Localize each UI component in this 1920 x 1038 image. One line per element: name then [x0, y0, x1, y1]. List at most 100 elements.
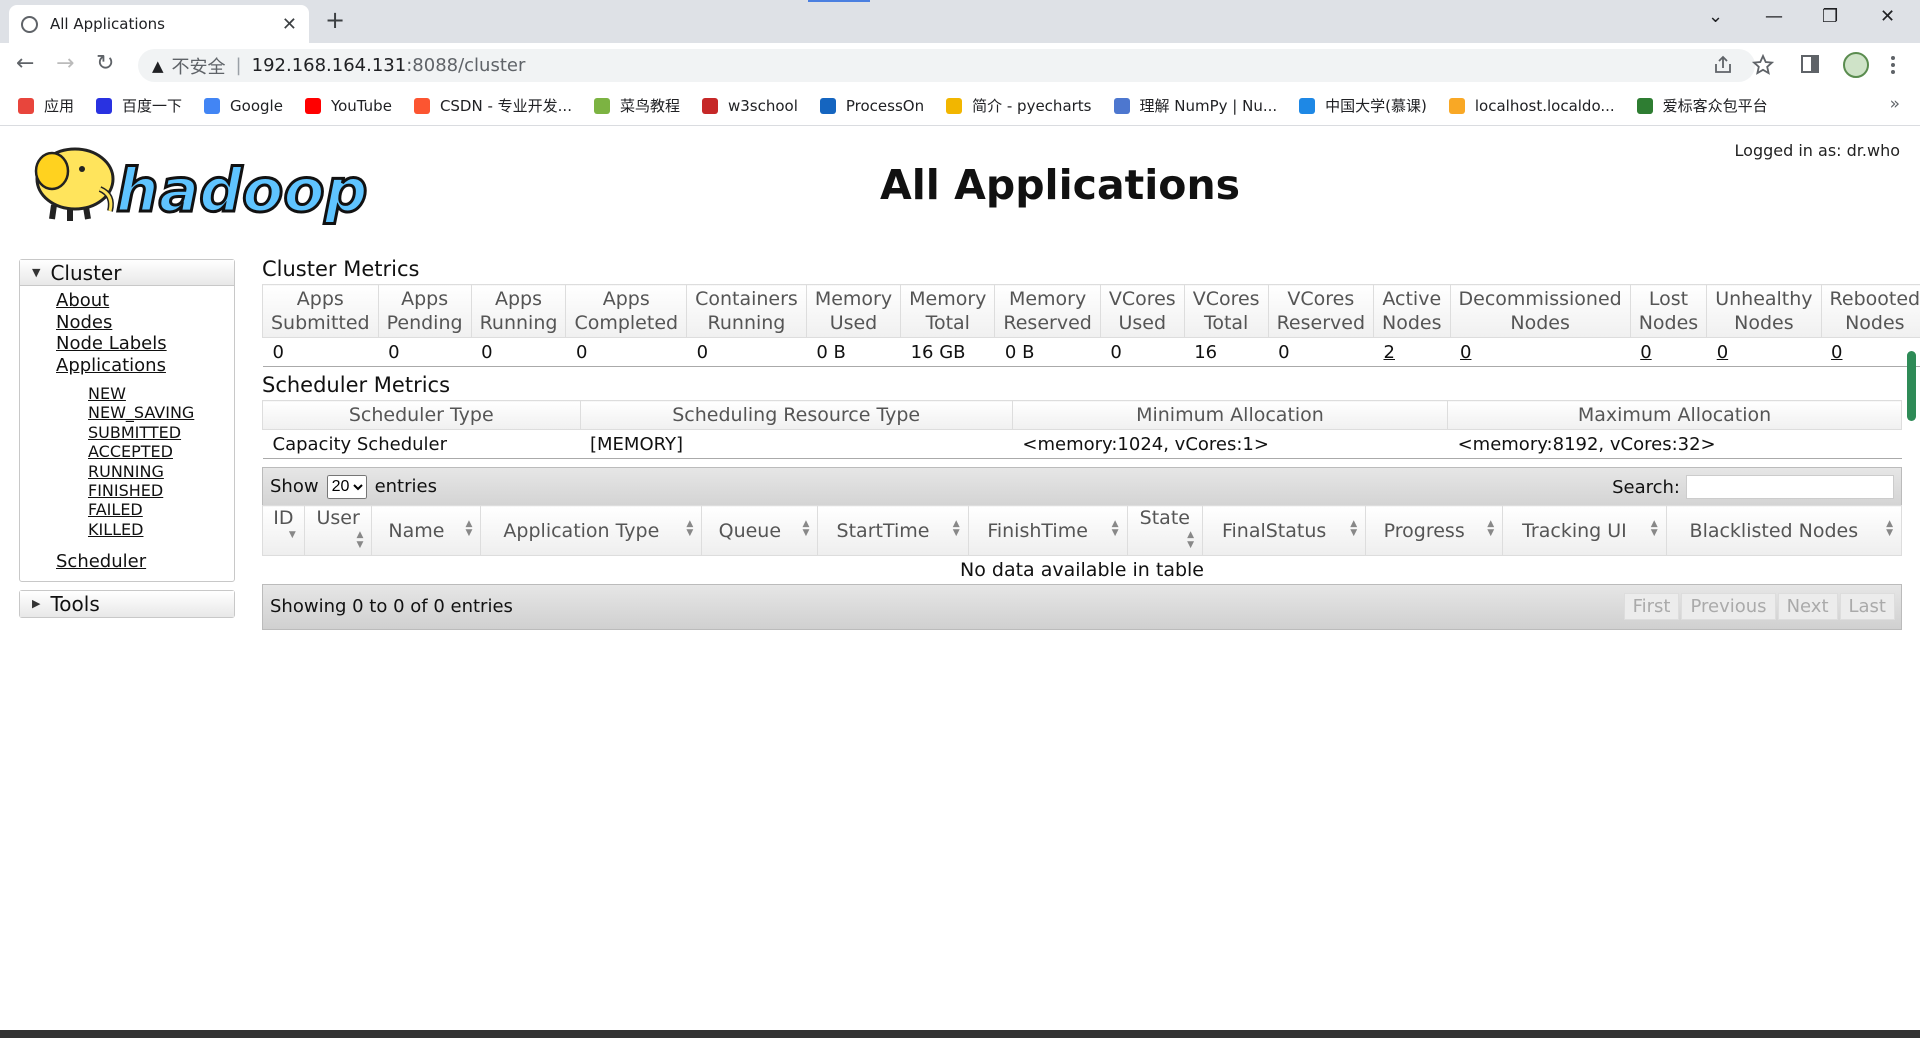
cluster-metric-link[interactable]: 0	[1717, 342, 1728, 363]
nav-link-state-killed[interactable]: KILLED	[88, 520, 234, 539]
pager-first-button[interactable]: First	[1623, 592, 1680, 620]
column-header-progress[interactable]: Progress ▲ ▼	[1365, 505, 1504, 556]
close-window-button[interactable]: ✕	[1880, 6, 1895, 27]
bookmark-item[interactable]: 中国大学(慕课)	[1299, 95, 1427, 116]
reload-icon[interactable]: ↻	[96, 51, 114, 76]
column-header-finishtime[interactable]: FinishTime ▲ ▼	[967, 505, 1128, 556]
hadoop-logo[interactable]: hadoop	[20, 139, 395, 235]
bookmark-label: 百度一下	[122, 97, 183, 115]
bookmark-item[interactable]: CSDN - 专业开发...	[413, 95, 572, 116]
bookmark-item[interactable]: 应用	[18, 95, 74, 116]
cluster-metric-value: 0	[262, 337, 379, 367]
applications-table: ID ▼ User ▲ ▼ Name ▲ ▼ Application Type ▲ ▼ Queue ▲ ▼…	[262, 505, 1903, 584]
column-label: FinishTime	[987, 519, 1088, 542]
column-header-name[interactable]: Name ▲ ▼	[371, 505, 482, 556]
tools-nav-header[interactable]: ▶ Tools	[20, 590, 234, 617]
header-line: Apps	[296, 288, 344, 310]
scheduler-metric-value: <memory:8192, vCores:32>	[1447, 429, 1902, 459]
browser-tab[interactable]: All Applications ✕	[9, 5, 309, 43]
bookmark-item[interactable]: 百度一下	[96, 95, 182, 116]
bookmark-item[interactable]: 简介 - pyecharts	[946, 95, 1092, 116]
entries-per-page-select[interactable]: 20	[326, 474, 367, 499]
search-input[interactable]	[1686, 475, 1894, 499]
bookmark-item[interactable]: 理解 NumPy | Nu...	[1113, 95, 1277, 116]
nav-link-state-submitted[interactable]: SUBMITTED	[88, 423, 234, 442]
bookmark-item[interactable]: 爱标客众包平台	[1636, 95, 1768, 116]
nav-link-scheduler[interactable]: Scheduler	[56, 551, 234, 573]
back-icon[interactable]: ←	[16, 51, 34, 76]
star-icon[interactable]	[1752, 54, 1774, 76]
bookmarks-bar: 应用 百度一下 Google YouTube CSDN - 专业开发... 菜鸟教程 w3s…	[0, 86, 1920, 126]
profile-avatar[interactable]	[1843, 52, 1869, 78]
scrollbar-thumb[interactable]	[1907, 351, 1916, 421]
column-header-starttime[interactable]: StartTime ▲ ▼	[817, 505, 969, 556]
column-header-tracking-ui[interactable]: Tracking UI ▲ ▼	[1502, 505, 1667, 556]
header-line: Memory	[1008, 288, 1087, 310]
pager-last-button[interactable]: Last	[1839, 592, 1895, 620]
address-bar[interactable]: ▲ 不安全 | 192.168.164.131:8088/cluster	[138, 49, 1755, 82]
nav-link-state-new[interactable]: NEW	[88, 384, 234, 403]
sort-icon: ▲ ▼	[1487, 519, 1495, 538]
bookmark-item[interactable]: 菜鸟教程	[593, 95, 680, 116]
column-header-id[interactable]: ID ▼	[262, 505, 305, 556]
menu-icon[interactable]	[1890, 55, 1896, 75]
cluster-nav-header[interactable]: ▼ Cluster	[20, 260, 234, 286]
column-header-user[interactable]: User ▲ ▼	[303, 505, 373, 556]
header-line: Submitted	[271, 312, 370, 334]
cluster-metric-link[interactable]: 0	[1831, 342, 1842, 363]
url-path[interactable]: :8088/cluster	[406, 55, 525, 76]
cluster-metric-value: 0	[565, 337, 687, 367]
tab-strip-indicator	[808, 0, 870, 2]
cluster-metric-link[interactable]: 0	[1460, 342, 1471, 363]
cluster-metric-value: 0	[686, 337, 807, 367]
column-header-application-type[interactable]: Application Type ▲ ▼	[480, 505, 703, 556]
bookmarks-overflow-icon[interactable]: »	[1890, 94, 1900, 114]
nav-link-state-accepted[interactable]: ACCEPTED	[88, 442, 234, 461]
share-icon[interactable]	[1713, 55, 1733, 75]
bookmark-item[interactable]: localhost.localdo...	[1448, 97, 1615, 115]
column-header-state[interactable]: State ▲ ▼	[1126, 505, 1204, 556]
tab-search-icon[interactable]: ⌄	[1708, 6, 1723, 27]
url-host[interactable]: 192.168.164.131	[252, 55, 407, 76]
cluster-metric-header: Memory Reserved	[994, 284, 1101, 338]
column-header-blacklisted-nodes[interactable]: Blacklisted Nodes ▲ ▼	[1665, 505, 1903, 556]
cluster-metric-header: VCores Total	[1183, 284, 1269, 338]
insecure-label[interactable]: 不安全	[172, 53, 226, 79]
close-tab-icon[interactable]: ✕	[282, 14, 297, 35]
minimize-button[interactable]: —	[1765, 6, 1783, 27]
forward-icon[interactable]: →	[56, 51, 74, 76]
nav-link-applications[interactable]: Applications	[56, 355, 234, 377]
column-label: Tracking UI	[1522, 519, 1627, 542]
pager-previous-button[interactable]: Previous	[1681, 592, 1776, 620]
bookmark-item[interactable]: YouTube	[304, 97, 392, 115]
sidebar-icon[interactable]	[1801, 55, 1819, 73]
bookmark-label: ProcessOn	[845, 96, 925, 115]
nav-link-state-finished[interactable]: FINISHED	[88, 481, 234, 500]
bookmark-label: w3school	[727, 96, 798, 115]
cluster-nav-box: ▼ Cluster About Nodes Node Labels Applic…	[19, 259, 235, 582]
header-line: Running	[479, 312, 558, 334]
cluster-metric-link[interactable]: 2	[1384, 342, 1395, 363]
nav-link-state-new-saving[interactable]: NEW_SAVING	[88, 403, 234, 422]
nav-link-state-running[interactable]: RUNNING	[88, 462, 234, 481]
bookmark-item[interactable]: Google	[204, 97, 283, 115]
scheduler-metrics-table: Scheduler Type Scheduling Resource Type Mi…	[262, 400, 1902, 459]
nav-link-node-labels[interactable]: Node Labels	[56, 333, 234, 355]
nav-link-nodes[interactable]: Nodes	[56, 312, 234, 334]
cluster-metric-value: 0	[1450, 337, 1631, 367]
nav-link-about[interactable]: About	[56, 290, 234, 312]
column-header-finalstatus[interactable]: FinalStatus ▲ ▼	[1202, 505, 1367, 556]
column-header-queue[interactable]: Queue ▲ ▼	[701, 505, 819, 556]
column-label: User	[316, 507, 360, 529]
header-line: Total	[925, 312, 970, 334]
warning-icon[interactable]: ▲	[152, 57, 164, 75]
new-tab-button[interactable]: +	[325, 6, 345, 34]
pager-next-button[interactable]: Next	[1777, 592, 1838, 620]
maximize-button[interactable]: ❐	[1822, 6, 1838, 27]
bookmark-icon	[96, 97, 113, 114]
bookmark-item[interactable]: ProcessOn	[819, 96, 925, 115]
bookmark-item[interactable]: w3school	[701, 96, 798, 115]
nav-link-state-failed[interactable]: FAILED	[88, 500, 234, 519]
sort-icon: ▲ ▼	[1650, 519, 1658, 538]
cluster-metric-link[interactable]: 0	[1640, 342, 1651, 363]
